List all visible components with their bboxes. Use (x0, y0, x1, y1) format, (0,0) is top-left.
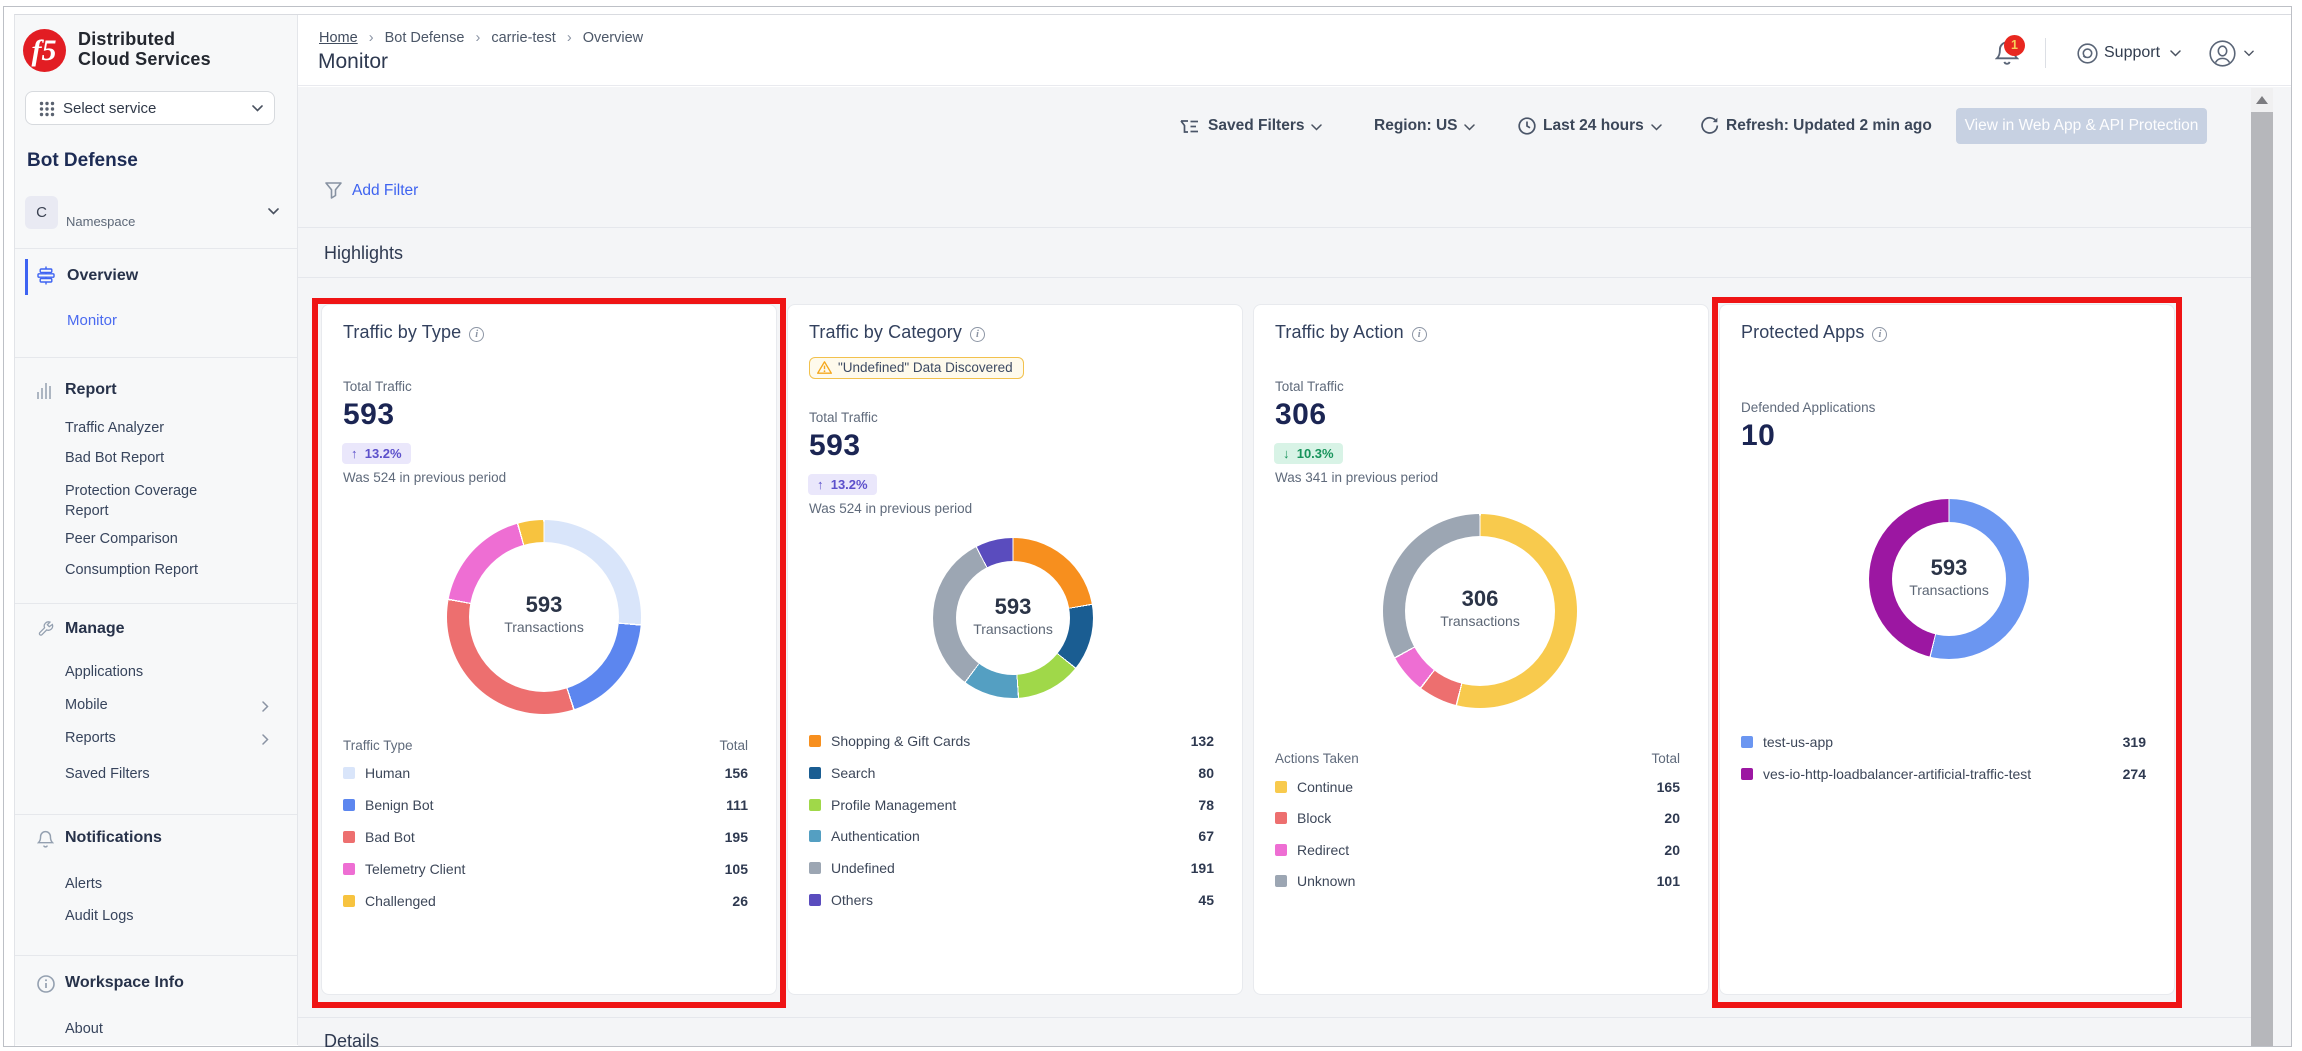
svg-text:f5: f5 (32, 34, 57, 67)
